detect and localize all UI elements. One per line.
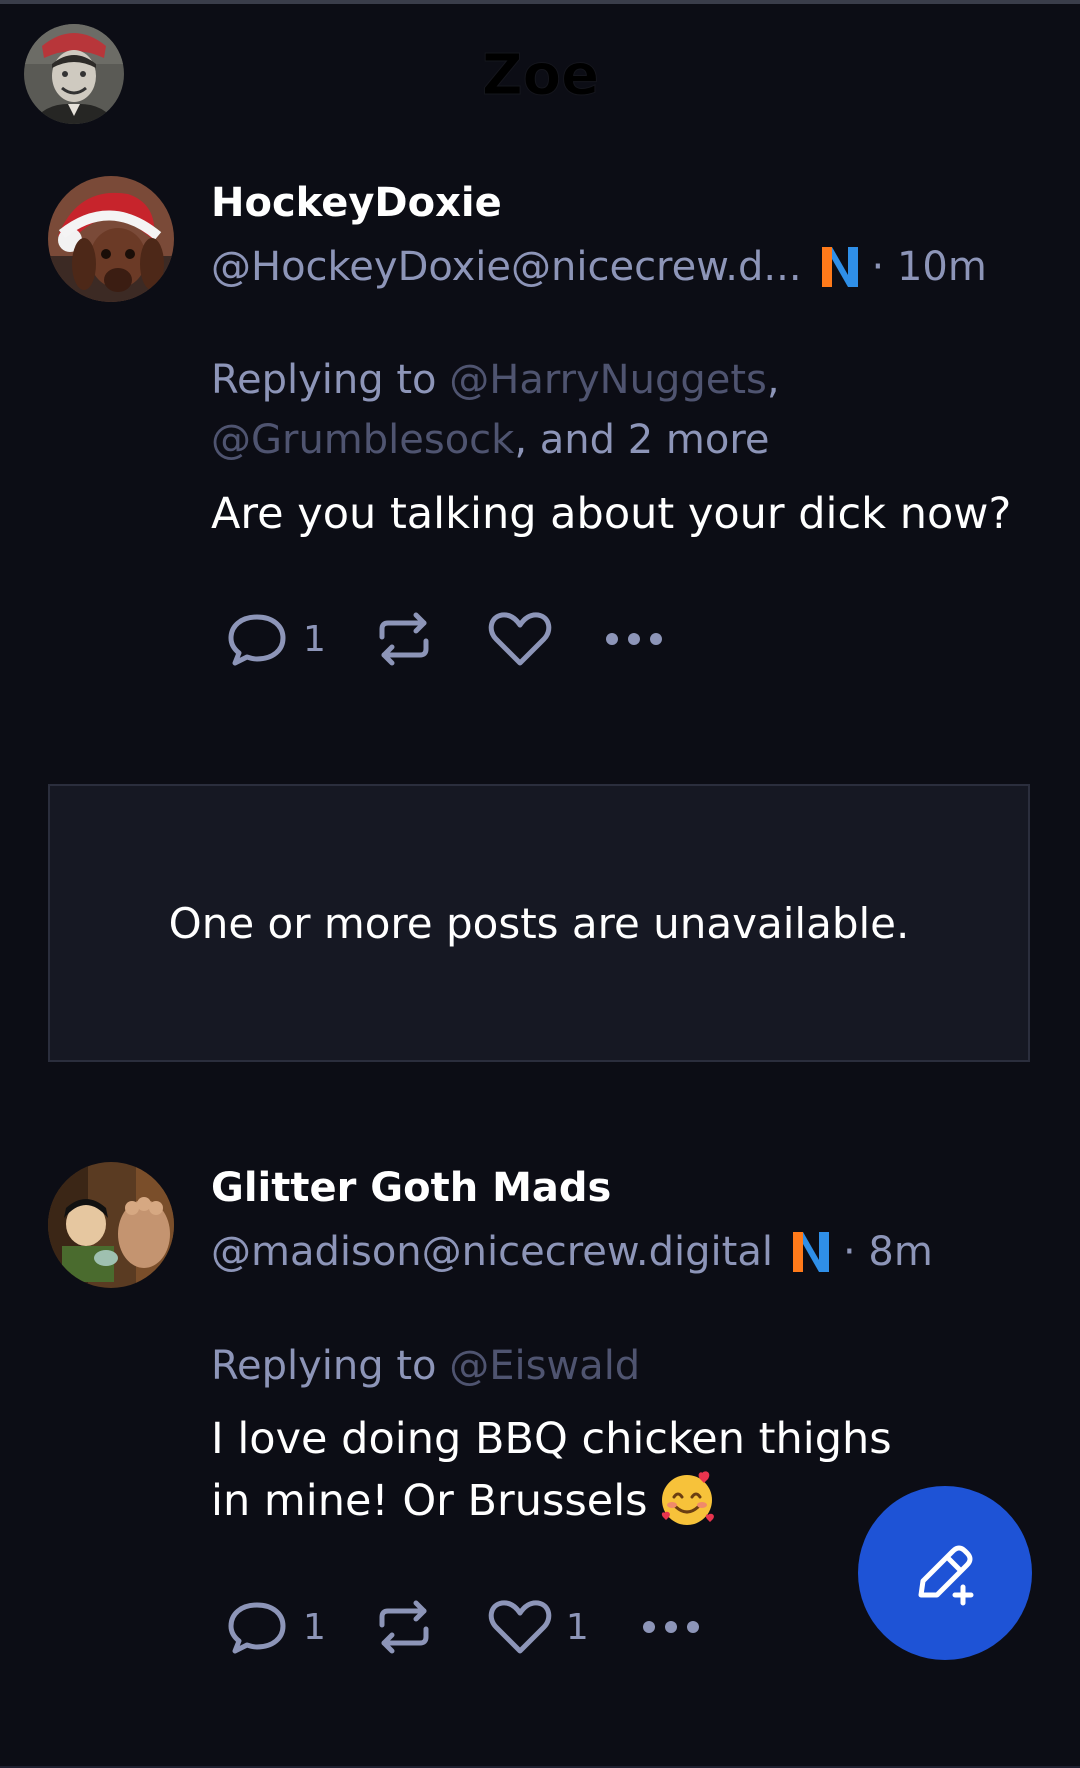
app-logo[interactable]: Zoe: [482, 42, 600, 109]
heart-icon: [488, 612, 552, 666]
post-content-wrapper: I love doing BBQ chicken thighs in mine!…: [211, 1409, 931, 1531]
compose-button[interactable]: [858, 1486, 1032, 1660]
mention-link[interactable]: @Grumblesock: [211, 417, 514, 463]
like-count: 1: [565, 1606, 589, 1648]
heart-icon: [488, 1600, 552, 1654]
replying-to-label: Replying to: [211, 357, 450, 403]
unavailable-text: One or more posts are unavailable.: [168, 898, 910, 948]
replying-to: Replying to @Eiswald: [211, 1336, 1031, 1396]
replying-to-more[interactable]: , and 2 more: [514, 417, 769, 463]
post-display-name[interactable]: Glitter Goth Mads: [211, 1165, 611, 1211]
reply-bubble-icon: [228, 614, 286, 666]
repost-icon: [379, 612, 429, 666]
post-display-name[interactable]: HockeyDoxie: [211, 180, 502, 226]
post-handle[interactable]: @madison@nicecrew.digital: [211, 1229, 773, 1275]
more-dots-icon: [605, 633, 662, 645]
reply-button[interactable]: 1: [225, 609, 326, 669]
like-button[interactable]: [488, 609, 552, 669]
post-actions: 1: [225, 604, 664, 674]
compose-pencil-icon: [918, 1545, 974, 1606]
top-divider: [0, 0, 1080, 4]
replying-to-label: Replying to: [211, 1343, 450, 1389]
post-meta: @madison@nicecrew.digital · 8m: [211, 1229, 933, 1275]
post-actions: 1 1: [225, 1592, 701, 1662]
post-time[interactable]: · 8m: [843, 1229, 933, 1275]
mention-separator: ,: [766, 357, 780, 403]
post-content: Are you talking about your dick now?: [211, 489, 1012, 539]
reply-count: 1: [303, 618, 326, 660]
like-button[interactable]: 1: [488, 1597, 589, 1657]
post-handle[interactable]: @HockeyDoxie@nicecrew.d...: [211, 244, 802, 290]
more-dots-icon: [642, 1621, 699, 1633]
nicecrew-server-icon: [820, 245, 860, 289]
mention-link[interactable]: @Eiswald: [449, 1343, 640, 1389]
repost-icon: [379, 1600, 429, 1654]
more-button[interactable]: [641, 1617, 701, 1637]
reply-count: 1: [303, 1606, 326, 1648]
post-author-avatar[interactable]: [48, 176, 174, 302]
reply-bubble-icon: [228, 1602, 286, 1654]
post-author-avatar[interactable]: [48, 1162, 174, 1288]
unavailable-posts-notice: One or more posts are unavailable.: [48, 784, 1030, 1062]
repost-button[interactable]: [372, 1595, 436, 1659]
user-avatar-icon[interactable]: [24, 24, 124, 124]
post-time[interactable]: · 10m: [872, 244, 987, 290]
mention-link[interactable]: @HarryNuggets: [449, 357, 767, 403]
repost-button[interactable]: [372, 607, 436, 671]
more-button[interactable]: [604, 629, 664, 649]
nicecrew-server-icon: [791, 1230, 831, 1274]
replying-to: Replying to @HarryNuggets, @Grumblesock, …: [211, 350, 1031, 470]
smiling-face-with-hearts-emoji: [658, 1469, 716, 1527]
post-content: I love doing BBQ chicken thighs in mine!…: [211, 1414, 892, 1526]
reply-button[interactable]: 1: [225, 1597, 326, 1657]
logo-text: Zoe: [482, 43, 598, 104]
post-meta: @HockeyDoxie@nicecrew.d... · 10m: [211, 244, 987, 290]
